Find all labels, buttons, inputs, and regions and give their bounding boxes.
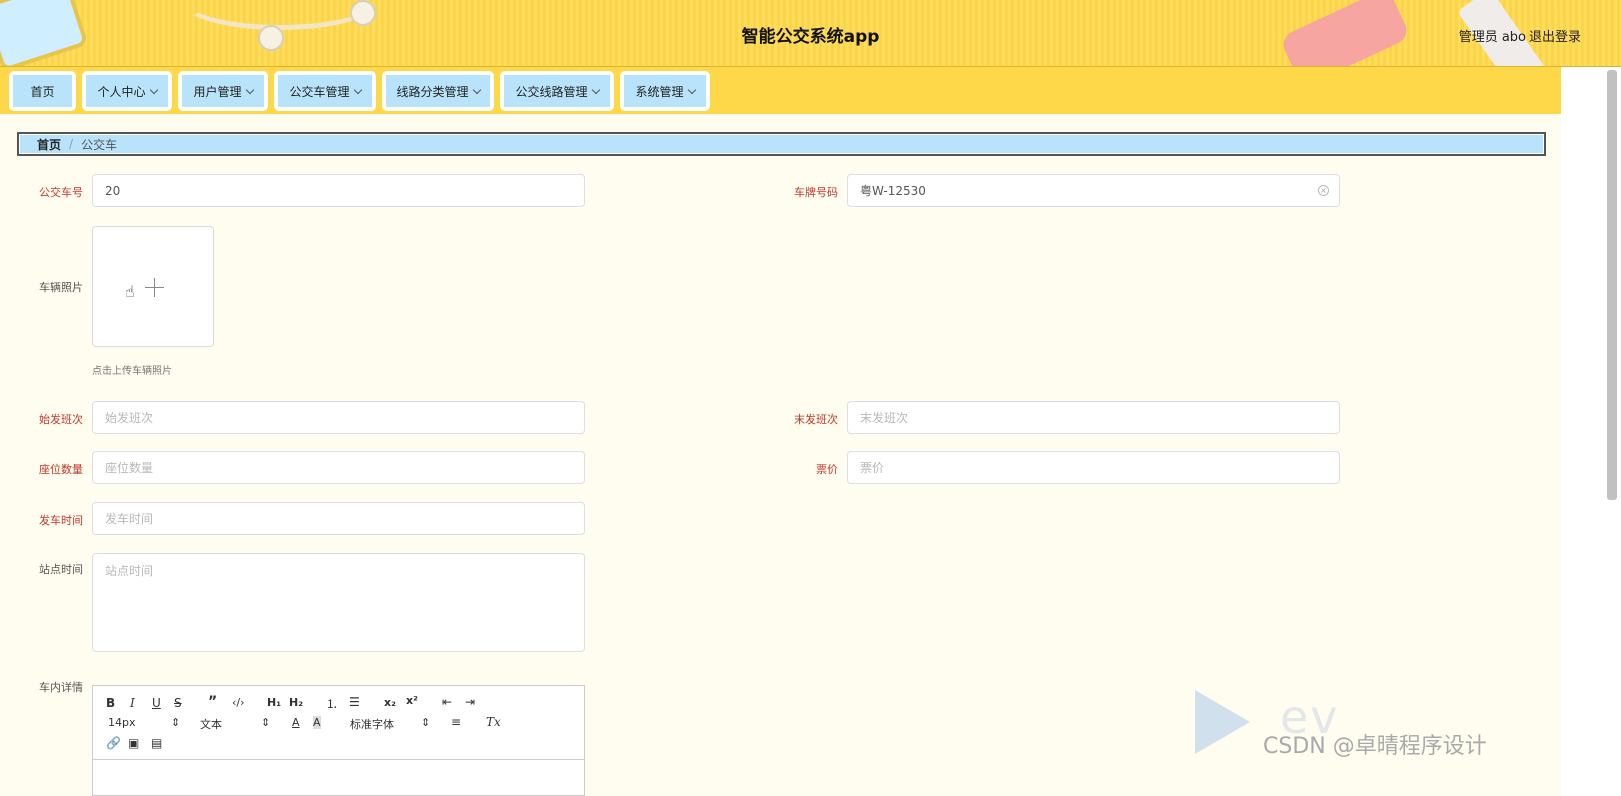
page-scrollbar-thumb[interactable] xyxy=(1607,70,1617,500)
outdent-icon[interactable]: ⇤ xyxy=(442,695,452,709)
nav-item-profile[interactable]: 个人中心 xyxy=(82,71,172,111)
chevron-down-icon xyxy=(472,85,481,94)
font-family-select[interactable]: 标准字体 xyxy=(350,716,394,732)
chevron-down-icon xyxy=(149,85,158,94)
nav-item-system[interactable]: 系统管理 xyxy=(620,71,710,111)
seats-input[interactable]: 座位数量 xyxy=(92,451,585,484)
nav-item-label: 首页 xyxy=(30,84,55,99)
main-nav: 首页 个人中心 用户管理 公交车管理 线路分类管理 公交线路管理 系统管理 xyxy=(0,67,1561,114)
align-icon[interactable]: ≡ xyxy=(451,715,461,729)
watermark-play-logo xyxy=(1195,690,1250,754)
rich-text-editor[interactable]: B I U S ” ‹/› H₁ H₂ ⒈ ☰ x₂ x² ⇤ ⇥ 14px ⇕… xyxy=(92,685,585,796)
first-run-label: 始发班次 xyxy=(39,413,83,426)
bus-number-label: 公交车号 xyxy=(39,186,83,199)
logout-link[interactable]: 退出登录 xyxy=(1529,26,1581,45)
csdn-watermark: CSDN @卓晴程序设计 xyxy=(1263,734,1487,759)
chevron-down-icon xyxy=(687,85,696,94)
nav-item-route-category[interactable]: 线路分类管理 xyxy=(382,71,494,111)
bullet-list-icon[interactable]: ☰ xyxy=(349,695,360,709)
text-color-icon[interactable]: A xyxy=(292,716,300,729)
block-type-select[interactable]: 文本 xyxy=(200,716,222,732)
nav-item-label: 个人中心 xyxy=(97,84,146,99)
vehicle-photo-label: 车辆照片 xyxy=(39,281,83,294)
underline-icon[interactable]: U xyxy=(152,696,161,710)
plate-number-value: 粤W-12530 xyxy=(860,184,926,198)
video-icon[interactable]: ▤ xyxy=(151,736,162,750)
heading1-icon[interactable]: H₁ xyxy=(267,696,281,709)
nav-item-users[interactable]: 用户管理 xyxy=(178,71,268,111)
nav-item-label: 公交车管理 xyxy=(289,84,350,99)
nav-item-bus-management[interactable]: 公交车管理 xyxy=(274,71,376,111)
plate-number-input[interactable]: 粤W-12530 × xyxy=(847,174,1340,207)
nav-item-label: 公交线路管理 xyxy=(515,84,588,99)
bold-icon[interactable]: B xyxy=(106,696,115,710)
italic-icon[interactable]: I xyxy=(130,696,135,710)
blockquote-icon[interactable]: ” xyxy=(208,694,217,710)
clear-format-icon[interactable]: Tx xyxy=(486,715,501,729)
details-label: 车内详情 xyxy=(39,681,83,694)
ordered-list-icon[interactable]: ⒈ xyxy=(326,695,338,712)
heading2-icon[interactable]: H₂ xyxy=(289,696,303,709)
strikethrough-icon[interactable]: S xyxy=(174,696,182,710)
seats-label: 座位数量 xyxy=(39,463,83,476)
bus-number-input[interactable]: 20 xyxy=(92,174,585,207)
app-title: 智能公交系统app xyxy=(741,27,880,47)
stop-time-textarea[interactable]: 站点时间 xyxy=(92,553,585,652)
superscript-icon[interactable]: x² xyxy=(406,694,418,707)
photo-upload-box[interactable]: ☝ xyxy=(92,226,214,347)
select-arrows-icon: ⇕ xyxy=(171,716,181,729)
depart-time-input[interactable]: 发车时间 xyxy=(92,502,585,535)
stop-time-label: 站点时间 xyxy=(39,563,83,576)
clear-icon[interactable]: × xyxy=(1318,185,1329,196)
last-run-label: 末发班次 xyxy=(794,413,838,426)
breadcrumb-home[interactable]: 首页 xyxy=(37,136,61,153)
breadcrumb: 首页 / 公交车 xyxy=(17,132,1546,156)
breadcrumb-current: 公交车 xyxy=(81,137,118,152)
hand-cursor-icon: ☝ xyxy=(125,282,135,301)
editor-toolbar: B I U S ” ‹/› H₁ H₂ ⒈ ☰ x₂ x² ⇤ ⇥ 14px ⇕… xyxy=(93,686,584,760)
nav-item-label: 线路分类管理 xyxy=(396,84,469,99)
chevron-down-icon xyxy=(591,85,600,94)
select-arrows-icon: ⇕ xyxy=(261,716,271,729)
link-icon[interactable]: 🔗 xyxy=(106,736,121,750)
depart-time-label: 发车时间 xyxy=(39,514,83,527)
photo-upload-tip: 点击上传车辆照片 xyxy=(92,366,172,377)
nav-item-label: 用户管理 xyxy=(193,84,242,99)
header-bar: 智能公交系统app 管理员 abo 退出登录 xyxy=(0,0,1621,67)
admin-user-label: 管理员 abo xyxy=(1458,30,1526,45)
fare-input[interactable]: 票价 xyxy=(847,451,1340,484)
indent-icon[interactable]: ⇥ xyxy=(465,695,475,709)
nav-item-label: 系统管理 xyxy=(635,84,684,99)
code-icon[interactable]: ‹/› xyxy=(232,696,245,709)
first-run-input[interactable]: 始发班次 xyxy=(92,401,585,434)
last-run-input[interactable]: 末发班次 xyxy=(847,401,1340,434)
select-arrows-icon: ⇕ xyxy=(421,716,431,729)
background-color-icon[interactable]: A xyxy=(313,716,321,729)
nav-item-home[interactable]: 首页 xyxy=(9,71,76,111)
fare-label: 票价 xyxy=(816,463,838,476)
chevron-down-icon xyxy=(353,85,362,94)
plus-icon xyxy=(154,278,155,297)
plate-number-label: 车牌号码 xyxy=(794,186,838,199)
image-icon[interactable]: ▣ xyxy=(128,736,139,750)
nav-item-bus-routes[interactable]: 公交线路管理 xyxy=(500,71,614,111)
breadcrumb-separator: / xyxy=(69,137,74,151)
chevron-down-icon xyxy=(245,85,254,94)
subscript-icon[interactable]: x₂ xyxy=(384,696,396,709)
font-size-select[interactable]: 14px xyxy=(108,716,136,729)
